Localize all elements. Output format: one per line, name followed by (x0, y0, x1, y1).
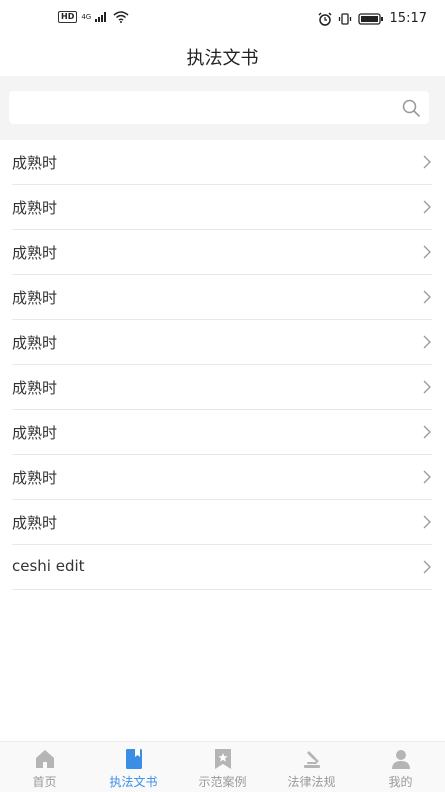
network-type: 4G (81, 13, 92, 21)
signal-icon (95, 12, 107, 22)
list-item-label: 成熟时 (12, 334, 58, 352)
star-badge-icon (214, 749, 231, 769)
tab-label: 执法文书 (109, 775, 158, 789)
wifi-icon (113, 11, 129, 23)
list-item-label: 成熟时 (12, 154, 58, 172)
list-item[interactable]: 成熟时 (12, 320, 432, 365)
list-item[interactable]: 成熟时 (12, 455, 432, 500)
tab-label: 我的 (388, 775, 413, 789)
list-item-label: 成熟时 (12, 379, 58, 397)
chevron-right-icon (423, 155, 431, 169)
chevron-right-icon (423, 335, 431, 349)
gavel-icon (303, 751, 320, 768)
list-item[interactable]: 成熟时 (12, 275, 432, 320)
alarm-icon (318, 11, 332, 26)
page-title: 执法文书 (186, 48, 259, 69)
search-bar (0, 76, 445, 140)
home-icon (35, 750, 54, 768)
chevron-right-icon (423, 200, 431, 214)
search-icon[interactable] (401, 98, 421, 118)
chevron-right-icon (423, 470, 431, 484)
list-item[interactable]: 成熟时 (12, 230, 432, 275)
list-item[interactable]: 成熟时 (12, 140, 432, 185)
list-item-label: 成熟时 (12, 514, 58, 532)
document-list: 成熟时 成熟时 成熟时 成熟时 成熟时 成熟时 成熟时 成熟时 成熟时 cesh… (0, 140, 445, 590)
chevron-right-icon (423, 515, 431, 529)
tab-label: 首页 (32, 775, 57, 789)
vibrate-icon (338, 12, 351, 25)
user-icon (391, 750, 410, 769)
list-item[interactable]: ceshi edit (12, 545, 432, 590)
list-item-label: 成熟时 (12, 469, 58, 487)
tab-documents[interactable]: 执法文书 (89, 742, 178, 792)
tab-cases[interactable]: 示范案例 (178, 742, 267, 792)
battery-icon (357, 12, 383, 25)
list-item-label: ceshi edit (12, 557, 85, 575)
bookmark-book-icon (125, 749, 142, 769)
tab-label: 示范案例 (198, 775, 247, 789)
list-item[interactable]: 成熟时 (12, 410, 432, 455)
status-right: 15:17 (318, 11, 427, 26)
list-item[interactable]: 成熟时 (12, 365, 432, 410)
chevron-right-icon (423, 290, 431, 304)
search-input[interactable] (9, 91, 429, 124)
chevron-right-icon (423, 560, 431, 574)
list-item-label: 成熟时 (12, 424, 58, 442)
tab-laws[interactable]: 法律法规 (267, 742, 356, 792)
tab-profile[interactable]: 我的 (356, 742, 445, 792)
hd-badge: HD (58, 11, 78, 23)
chevron-right-icon (423, 245, 431, 259)
tab-home[interactable]: 首页 (0, 742, 89, 792)
chevron-right-icon (423, 380, 431, 394)
status-bar: HD 4G 15:17 (0, 0, 445, 36)
list-item-label: 成熟时 (12, 244, 58, 262)
tab-label: 法律法规 (287, 775, 336, 789)
list-item[interactable]: 成熟时 (12, 500, 432, 545)
list-item-label: 成熟时 (12, 289, 58, 307)
list-item-label: 成熟时 (12, 199, 58, 217)
status-left: HD 4G (58, 11, 129, 23)
bottom-tab-bar: 首页 执法文书 示范案例 法律法规 我的 (0, 741, 445, 792)
list-item[interactable]: 成熟时 (12, 185, 432, 230)
chevron-right-icon (423, 425, 431, 439)
status-time: 15:17 (389, 11, 427, 26)
